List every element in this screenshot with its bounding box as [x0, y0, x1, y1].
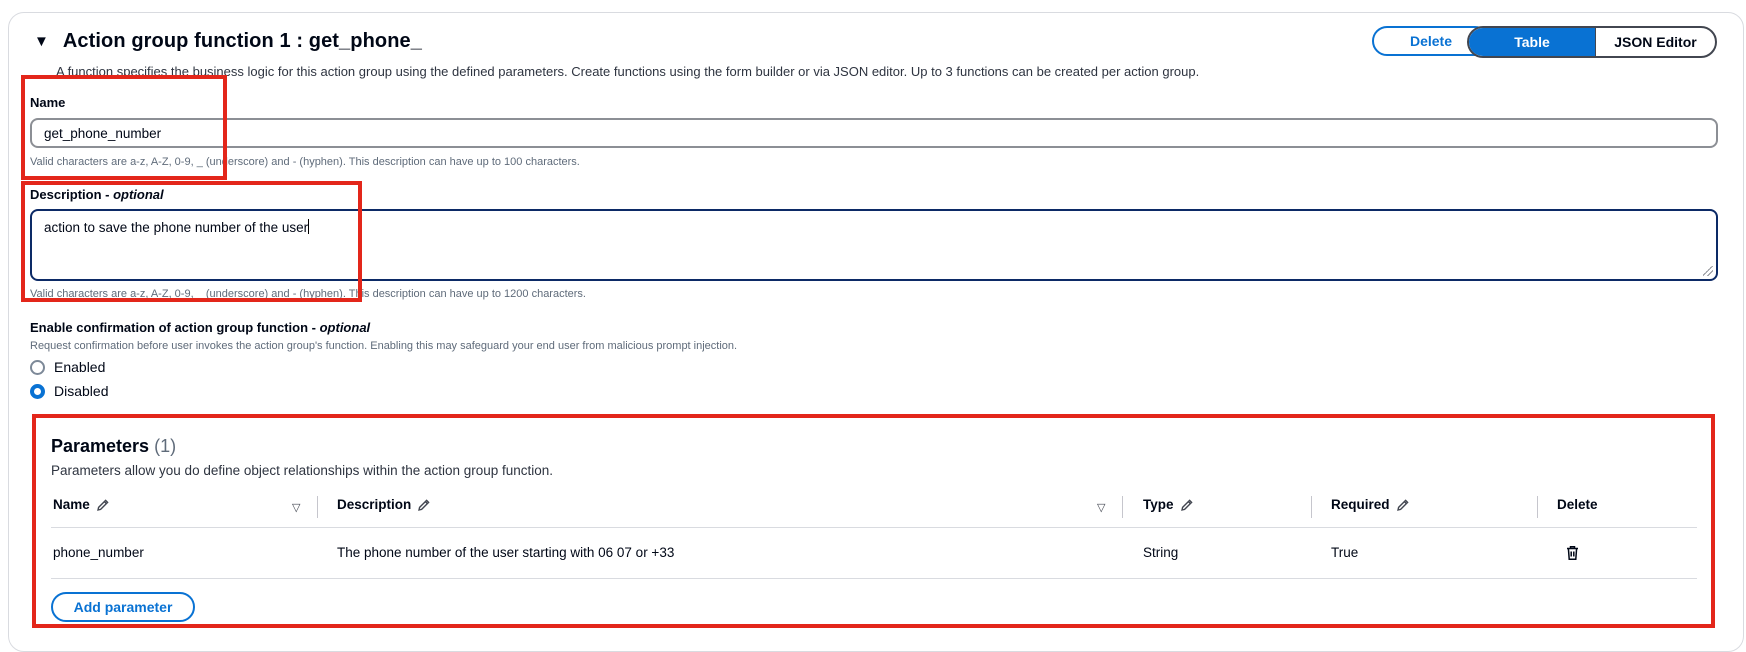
confirmation-label: Enable confirmation of action group func…	[30, 320, 371, 335]
name-input[interactable]: get_phone_number	[30, 118, 1718, 148]
radio-enabled-circle[interactable]	[30, 359, 45, 375]
tab-table[interactable]: Table	[1469, 28, 1595, 56]
confirmation-hint: Request confirmation before user invokes…	[30, 340, 738, 352]
tab-json-editor[interactable]: JSON Editor	[1595, 28, 1715, 56]
highlight-description-box	[21, 181, 362, 302]
radio-enabled[interactable]: Enabled	[30, 359, 105, 375]
highlight-parameters-box	[32, 414, 1715, 628]
radio-disabled-circle[interactable]	[30, 383, 45, 399]
radio-disabled[interactable]: Disabled	[30, 383, 108, 399]
function-header[interactable]: ▼ Action group function 1 : get_phone_	[34, 30, 422, 53]
expand-caret-icon[interactable]: ▼	[34, 34, 49, 49]
highlight-name-box	[21, 75, 227, 180]
editor-mode-toggle[interactable]: Table JSON Editor	[1467, 26, 1717, 58]
function-title: Action group function 1 : get_phone_	[62, 30, 422, 52]
function-description: A function specifies the business logic …	[56, 64, 1200, 79]
resize-grip-icon[interactable]	[1703, 266, 1713, 276]
